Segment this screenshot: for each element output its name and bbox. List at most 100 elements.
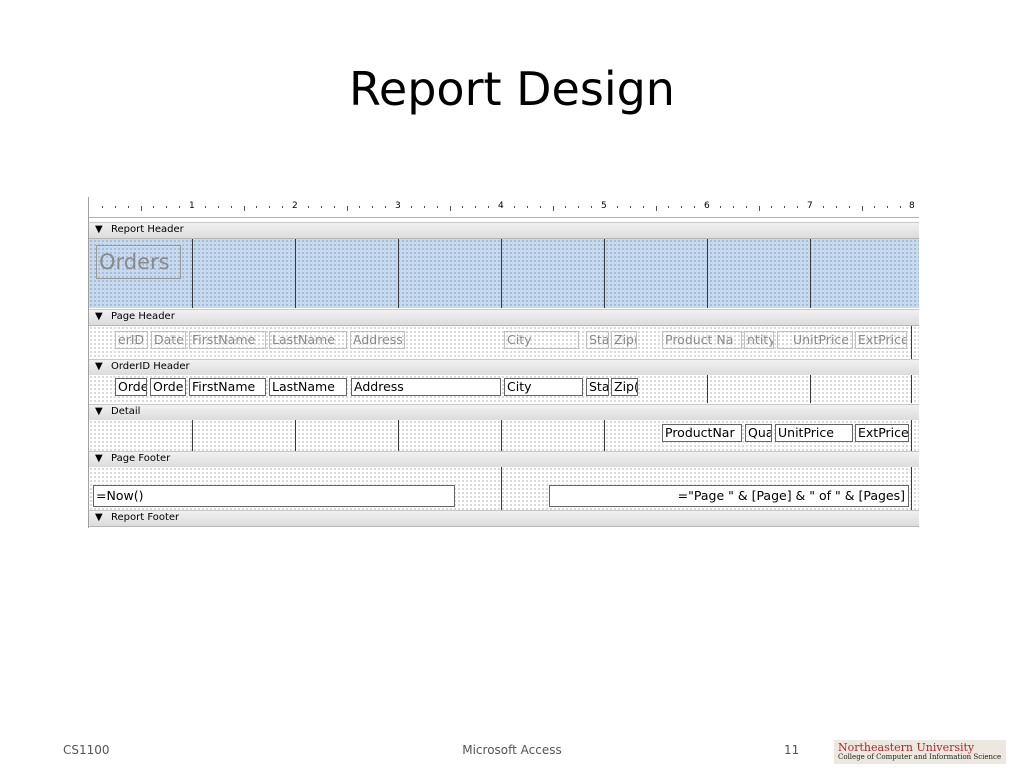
field-quantity[interactable]: Qua [745, 424, 772, 442]
section-label: Page Footer [111, 453, 171, 464]
report-designer[interactable]: 1 2 3 4 5 6 7 8 ▼ Report Header Orders ▼… [88, 197, 919, 528]
page-header-band[interactable]: erID Date FirstName LastName Address Cit… [89, 326, 919, 359]
ruler-number: 1 [189, 201, 195, 211]
field-now-expression[interactable]: =Now() [93, 485, 455, 507]
ruler-tick [256, 206, 258, 208]
grid-line [810, 239, 811, 308]
section-bar-report-header[interactable]: ▼ Report Header [89, 222, 919, 239]
ruler-tick [333, 206, 335, 208]
ruler-tick [616, 206, 618, 208]
ruler-tick [732, 206, 734, 208]
grid-line [398, 239, 399, 308]
field-city[interactable]: City [504, 378, 583, 396]
ruler-tick [681, 206, 683, 208]
ruler-tick [423, 206, 425, 208]
ruler-tick [887, 206, 889, 208]
ruler-tick [719, 206, 721, 208]
grid-line [398, 420, 399, 451]
field-extprice[interactable]: ExtPrice [855, 424, 909, 442]
section-bar-report-footer[interactable]: ▼ Report Footer [89, 510, 919, 527]
section-label: Report Footer [111, 512, 180, 523]
label-date[interactable]: Date [151, 331, 186, 349]
label-quantity[interactable]: ntity [744, 331, 774, 349]
label-productname[interactable]: Product Na [662, 331, 742, 349]
ruler-tick [900, 206, 902, 208]
ruler-tick [745, 206, 747, 208]
grid-line [810, 375, 811, 403]
section-arrow-icon: ▼ [95, 311, 103, 322]
grid-line [192, 239, 193, 308]
grid-line [604, 420, 605, 451]
ruler-tick [101, 206, 103, 208]
field-orderdate[interactable]: Orde [150, 378, 186, 396]
ruler-tick [591, 206, 593, 208]
report-header-band[interactable]: Orders [89, 239, 919, 308]
section-bar-page-footer[interactable]: ▼ Page Footer [89, 451, 919, 468]
field-address[interactable]: Address [351, 378, 501, 396]
ruler-number: 8 [909, 201, 915, 211]
page-footer-band[interactable]: =Now() ="Page " & [Page] & " of " & [Pag… [89, 467, 919, 510]
grid-line [911, 375, 912, 403]
ruler-tick [243, 206, 245, 211]
section-bar-detail[interactable]: ▼ Detail [89, 404, 919, 421]
section-bar-page-header[interactable]: ▼ Page Header [89, 309, 919, 326]
report-title-label[interactable]: Orders [96, 245, 181, 279]
ruler-tick [758, 206, 760, 211]
label-state[interactable]: Sta [586, 331, 609, 349]
ruler-tick [694, 206, 696, 208]
ruler-tick [127, 206, 129, 208]
grid-line [501, 467, 502, 510]
ruler-tick [848, 206, 850, 208]
field-productname[interactable]: ProductNar [662, 424, 742, 442]
ruler-tick [797, 206, 799, 208]
field-firstname[interactable]: FirstName [189, 378, 266, 396]
ruler-tick [385, 206, 387, 208]
section-arrow-icon: ▼ [95, 361, 103, 372]
grid-line [707, 239, 708, 308]
ruler-tick [526, 206, 528, 208]
ruler-tick [784, 206, 786, 208]
ruler-tick [488, 206, 490, 208]
grid-line [192, 420, 193, 451]
section-arrow-icon: ▼ [95, 224, 103, 235]
field-page-expression[interactable]: ="Page " & [Page] & " of " & [Pages] [549, 485, 909, 507]
field-lastname[interactable]: LastName [269, 378, 347, 396]
label-lastname[interactable]: LastName [269, 331, 347, 349]
detail-band[interactable]: ProductNar Qua UnitPrice ExtPrice [89, 420, 919, 451]
field-unitprice[interactable]: UnitPrice [775, 424, 853, 442]
field-zip[interactable]: Zip( [611, 378, 638, 396]
ruler-tick [771, 206, 773, 208]
ruler-tick [655, 206, 657, 211]
label-firstname[interactable]: FirstName [189, 331, 266, 349]
orderid-header-band[interactable]: Orde Orde FirstName LastName Address Cit… [89, 375, 919, 403]
label-address[interactable]: Address [350, 331, 405, 349]
ruler-tick [179, 206, 181, 208]
grid-line [911, 420, 912, 451]
label-zip[interactable]: Zip( [611, 331, 637, 349]
ruler-tick [114, 206, 116, 208]
label-extprice[interactable]: ExtPrice [855, 331, 907, 349]
section-bar-orderid-header[interactable]: ▼ OrderID Header [89, 359, 919, 376]
grid-line [295, 420, 296, 451]
section-arrow-icon: ▼ [95, 453, 103, 464]
ruler-tick [307, 206, 309, 208]
ruler-tick [475, 206, 477, 208]
ruler-tick [629, 206, 631, 208]
section-label: Detail [111, 406, 141, 417]
ruler-tick [140, 206, 142, 211]
label-city[interactable]: City [504, 331, 579, 349]
ruler-number: 5 [601, 201, 607, 211]
grid-line [501, 420, 502, 451]
ruler-tick [552, 206, 554, 211]
ruler-number: 2 [292, 201, 298, 211]
field-state[interactable]: Sta [586, 378, 609, 396]
label-unitprice[interactable]: UnitPrice [777, 331, 853, 349]
ruler-number: 4 [498, 201, 504, 211]
horizontal-ruler[interactable]: 1 2 3 4 5 6 7 8 [89, 197, 919, 218]
grid-line [911, 467, 912, 510]
ruler-tick [462, 206, 464, 208]
ruler-tick [513, 206, 515, 208]
field-orderid[interactable]: Orde [115, 378, 147, 396]
label-orderid[interactable]: erID [115, 331, 148, 349]
grid-line [911, 326, 912, 359]
